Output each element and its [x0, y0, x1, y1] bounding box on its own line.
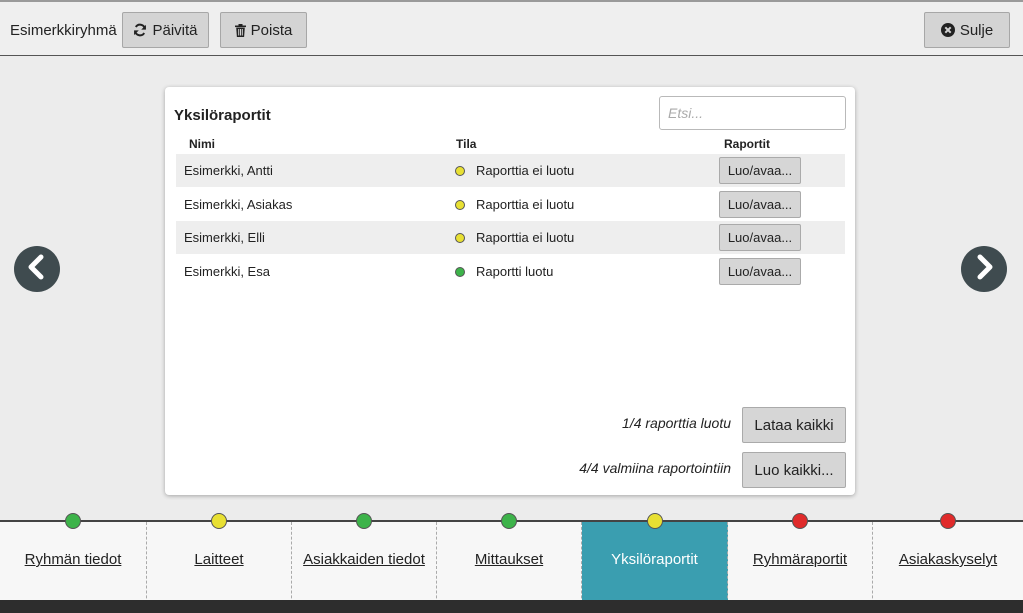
tab-status-dot — [940, 513, 956, 529]
status-dot — [455, 199, 465, 210]
row-status: Raporttia ei luotu — [455, 221, 574, 254]
tab-status-dot — [646, 513, 663, 529]
reports-created-count: 1/4 raporttia luotu — [622, 415, 731, 431]
row-status: Raportti luotu — [455, 255, 553, 288]
status-text: Raporttia ei luotu — [476, 230, 575, 245]
close-circle-icon — [940, 23, 955, 37]
download-all-button[interactable]: Lataa kaikki — [742, 407, 846, 443]
row-name: Esimerkki, Antti — [184, 163, 273, 178]
table-row: Esimerkki, Asiakas Raporttia ei luotu Lu… — [176, 188, 845, 221]
group-name: Esimerkkiryhmä — [10, 22, 117, 39]
row-name: Esimerkki, Elli — [184, 230, 265, 245]
tab-status-dot — [356, 513, 372, 529]
tab-label: Asiakkaiden tiedot — [303, 551, 425, 568]
status-dot — [455, 232, 465, 243]
column-header-name: Nimi — [189, 137, 216, 151]
close-button[interactable]: Sulje — [924, 12, 1010, 48]
status-text: Raporttia ei luotu — [476, 197, 575, 212]
tab-label: Yksilöraportit — [611, 551, 698, 568]
table-row: Esimerkki, Esa Raportti luotu Luo/avaa..… — [176, 255, 845, 288]
status-text: Raportti luotu — [476, 264, 554, 279]
individual-reports-panel: Yksilöraportit Nimi Tila Raportit Esimer… — [165, 87, 855, 495]
search-input[interactable] — [659, 96, 846, 130]
panel-title: Yksilöraportit — [174, 107, 271, 124]
create-open-report-button[interactable]: Luo/avaa... — [719, 258, 801, 285]
tab-status-dot — [792, 513, 808, 529]
chevron-right-icon — [973, 254, 995, 285]
create-open-report-button[interactable]: Luo/avaa... — [719, 191, 801, 218]
create-all-button[interactable]: Luo kaikki... — [742, 452, 846, 488]
background-strip — [0, 600, 1023, 613]
create-open-report-button[interactable]: Luo/avaa... — [719, 157, 801, 184]
status-dot — [455, 266, 465, 277]
chevron-left-icon — [26, 254, 48, 285]
top-bar: Esimerkkiryhmä Päivitä Poista Sulje — [0, 0, 1023, 56]
previous-button[interactable] — [14, 246, 60, 292]
delete-label: Poista — [250, 21, 293, 39]
refresh-icon — [133, 23, 147, 37]
refresh-button[interactable]: Päivitä — [122, 12, 209, 48]
tab-status-dot — [65, 513, 81, 529]
tab-label: Asiakaskyselyt — [898, 551, 998, 568]
tab-label: Ryhmäraportit — [752, 551, 848, 568]
tab-label: Mittaukset — [474, 551, 544, 568]
row-status: Raporttia ei luotu — [455, 154, 574, 187]
tab-label: Laitteet — [194, 551, 244, 568]
column-header-reports: Raportit — [724, 137, 770, 151]
create-open-report-button[interactable]: Luo/avaa... — [719, 224, 801, 251]
close-label: Sulje — [959, 21, 994, 39]
row-name: Esimerkki, Asiakas — [184, 197, 293, 212]
status-dot — [455, 165, 465, 176]
row-name: Esimerkki, Esa — [184, 264, 270, 279]
tab-label: Ryhmän tiedot — [24, 551, 122, 568]
table-row: Esimerkki, Elli Raporttia ei luotu Luo/a… — [176, 221, 845, 254]
ready-for-reporting-count: 4/4 valmiina raportointiin — [579, 460, 731, 476]
refresh-label: Päivitä — [152, 21, 198, 39]
tab-status-dot — [211, 513, 227, 529]
tab-status-dot — [501, 513, 517, 529]
trash-icon — [234, 23, 246, 37]
row-status: Raporttia ei luotu — [455, 188, 574, 221]
delete-button[interactable]: Poista — [220, 12, 307, 48]
next-button[interactable] — [961, 246, 1007, 292]
column-header-status: Tila — [456, 137, 477, 151]
table-row: Esimerkki, Antti Raporttia ei luotu Luo/… — [176, 154, 845, 187]
status-text: Raporttia ei luotu — [476, 163, 575, 178]
